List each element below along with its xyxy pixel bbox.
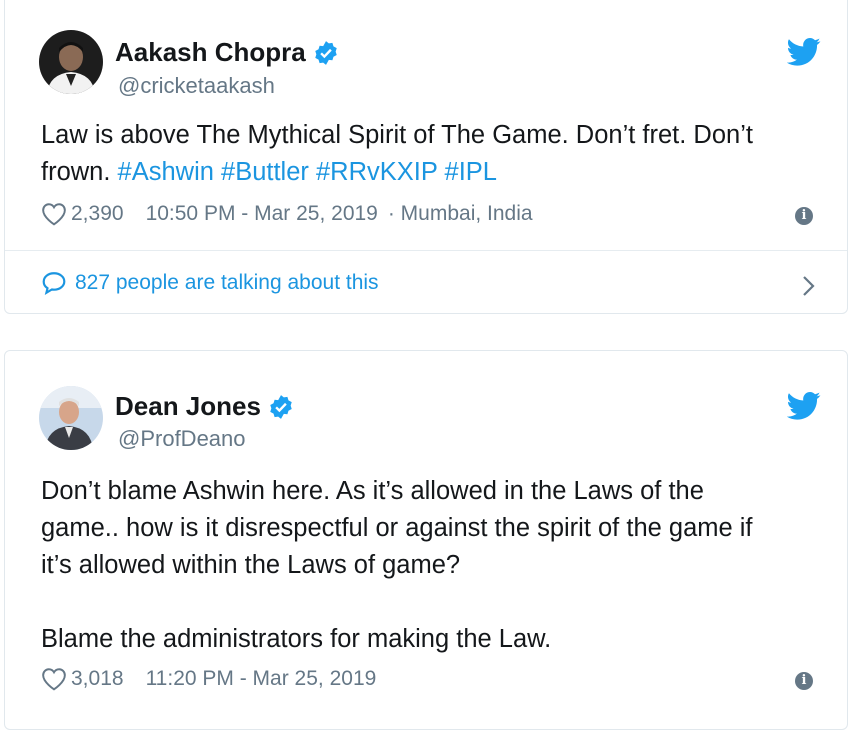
tweet-text: Don’t blame Ashwin here. As it’s allowed…	[41, 477, 753, 653]
author-handle[interactable]: @ProfDeano	[118, 426, 246, 452]
hashtag-ipl[interactable]: #IPL	[445, 158, 497, 186]
verified-badge-icon	[315, 40, 337, 65]
hashtag-rrvkxip[interactable]: #RRvKXIP	[316, 158, 437, 186]
tweet-card-aakash: Aakash Chopra @cricketaakash Law is abov…	[4, 0, 848, 314]
like-count: 2,390	[71, 202, 124, 225]
tweet-text: Law is above The Mythical Spirit of The …	[41, 117, 831, 191]
author-handle[interactable]: @cricketaakash	[118, 73, 275, 99]
chevron-right-icon[interactable]	[802, 275, 816, 297]
timestamp[interactable]: 11:20 PM - Mar 25, 2019	[146, 667, 377, 691]
heart-icon[interactable]	[41, 202, 67, 226]
verified-badge-icon	[270, 394, 292, 419]
location[interactable]: · Mumbai, India	[388, 202, 533, 226]
info-icon[interactable]: i	[795, 672, 813, 690]
hashtag-ashwin[interactable]: #Ashwin	[118, 158, 214, 186]
info-icon[interactable]: i	[795, 207, 813, 225]
speech-bubble-icon	[42, 272, 66, 295]
talking-text[interactable]: 827 people are talking about this	[75, 271, 379, 295]
tweet-card-dean: Dean Jones @ProfDeano Don’t blame Ashwin…	[4, 350, 848, 730]
timestamp[interactable]: 10:50 PM - Mar 25, 2019	[146, 202, 378, 226]
heart-icon[interactable]	[41, 667, 67, 691]
twitter-bird-icon[interactable]	[787, 391, 821, 421]
hashtag-buttler[interactable]: #Buttler	[221, 158, 309, 186]
avatar[interactable]	[39, 386, 103, 450]
author-name[interactable]: Dean Jones	[115, 391, 261, 422]
avatar[interactable]	[39, 30, 103, 94]
talking-link[interactable]: 827 people are talking about this	[41, 271, 379, 295]
author-name[interactable]: Aakash Chopra	[115, 37, 306, 68]
twitter-bird-icon[interactable]	[787, 37, 821, 67]
divider	[5, 250, 847, 251]
like-count: 3,018	[71, 667, 124, 690]
